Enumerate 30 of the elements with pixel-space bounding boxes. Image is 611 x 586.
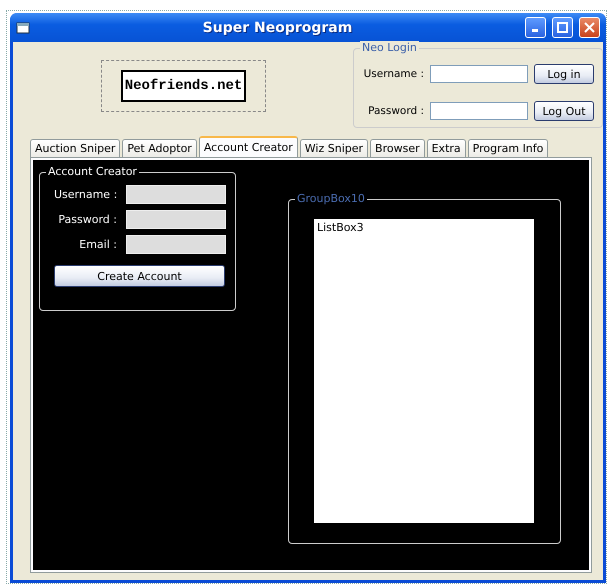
logout-button[interactable]: Log Out: [534, 101, 594, 121]
tab[interactable]: Pet Adoptor: [122, 139, 197, 157]
window-icon: [16, 22, 30, 34]
group-title: Neo Login: [360, 41, 419, 54]
maximize-icon: [557, 22, 568, 33]
list-item[interactable]: ListBox3: [317, 221, 531, 234]
tab[interactable]: Account Creator: [198, 136, 298, 157]
list-box[interactable]: ListBox3: [314, 219, 534, 523]
close-button[interactable]: [579, 17, 600, 38]
logo-label: Neofriends.net: [120, 70, 246, 102]
field-label: Password :: [367, 105, 424, 117]
group-title: Account Creator: [46, 165, 139, 178]
tab[interactable]: Program Info: [468, 139, 548, 157]
window-title: Super Neoprogram: [202, 20, 354, 36]
tab[interactable]: Wiz Sniper: [300, 139, 368, 157]
field-label: Email :: [78, 238, 117, 251]
input-field[interactable]: [430, 65, 528, 83]
field-label: Username :: [54, 188, 117, 201]
field-label: Password :: [57, 213, 117, 226]
tab[interactable]: Auction Sniper: [30, 139, 120, 157]
input-field[interactable]: [430, 102, 528, 120]
maximize-button[interactable]: [552, 17, 573, 38]
tab[interactable]: Browser: [370, 139, 425, 157]
close-icon: [584, 22, 595, 33]
login-button[interactable]: Log in: [534, 64, 594, 84]
create-account-button[interactable]: Create Account: [54, 265, 225, 287]
field-label: Username :: [362, 68, 424, 80]
tab[interactable]: Extra: [426, 139, 466, 157]
group-title: GroupBox10: [295, 192, 367, 205]
minimize-button[interactable]: [525, 17, 546, 38]
